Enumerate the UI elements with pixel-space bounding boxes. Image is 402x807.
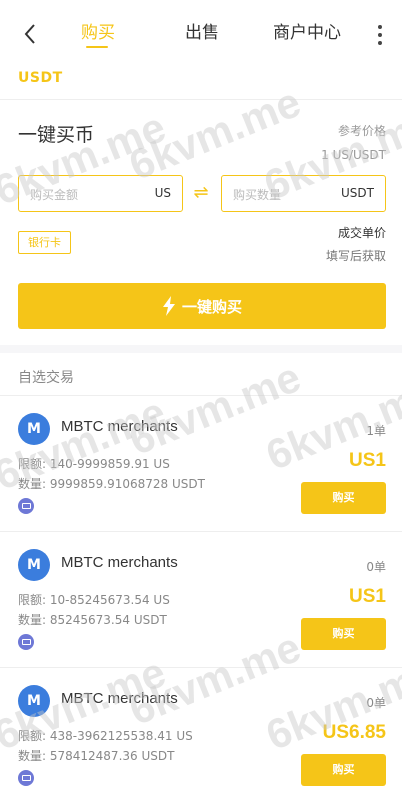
payment-method-tag[interactable]: 银行卡 [18,231,71,254]
reference-price-value: 1 US/USDT [321,148,386,162]
tab-sell[interactable]: 出售 [182,18,222,48]
merchant-card: M MBTC merchants 0单 限额: 438-3962125538.4… [0,668,402,803]
quantity-input[interactable]: 购买数量 USDT [221,175,386,212]
watermark: 6kvm.me [122,78,307,190]
bank-card-icon [18,770,34,786]
avatar: M [18,685,50,717]
back-icon[interactable] [18,20,42,48]
limit-text: 限额: 10-85245673.54 US [18,593,170,607]
buy-button[interactable]: 购买 [301,618,386,650]
order-count: 0单 [366,560,386,574]
amount-placeholder: 购买金额 [30,188,79,202]
quantity-unit: USDT [341,186,374,200]
one-click-buy-button[interactable]: 一键购买 [18,283,386,329]
limit-text: 限额: 140-9999859.91 US [18,457,170,471]
deal-price-value: 填写后获取 [325,249,386,263]
one-click-buy-label: 一键购买 [181,297,242,316]
swap-icon[interactable]: ⇌ [190,182,212,204]
limit-text: 限额: 438-3962125538.41 US [18,729,193,743]
merchant-name: MBTC merchants [61,418,178,435]
section-gap [0,345,402,353]
active-tab-indicator [86,46,108,48]
lightning-icon [162,296,176,316]
merchant-name: MBTC merchants [61,690,178,707]
tab-merchant-center[interactable]: 商户中心 [270,18,344,48]
quick-buy-title: 一键买币 [18,124,95,146]
tab-buy[interactable]: 购买 [78,18,118,48]
merchant-name: MBTC merchants [61,554,178,571]
avatar: M [18,549,50,581]
amount-unit: US [154,186,171,200]
quantity-text: 数量: 85245673.54 USDT [18,613,167,627]
divider [0,99,402,100]
unit-price: US1 [349,450,386,471]
more-menu-icon[interactable] [372,22,388,48]
order-count: 0单 [366,696,386,710]
bank-card-icon [18,498,34,514]
amount-input[interactable]: 购买金额 US [18,175,183,212]
reference-price-label: 参考价格 [337,124,386,138]
order-count: 1单 [366,424,386,438]
bank-card-icon [18,634,34,650]
merchant-card: M MBTC merchants 0单 限额: 10-85245673.54 U… [0,532,402,667]
section-title: 自选交易 [18,370,74,386]
buy-button[interactable]: 购买 [301,482,386,514]
top-bar: 购买 出售 商户中心 [0,0,402,60]
quantity-text: 数量: 9999859.91068728 USDT [18,477,205,491]
buy-button[interactable]: 购买 [301,754,386,786]
quantity-text: 数量: 578412487.36 USDT [18,749,175,763]
deal-price-label: 成交单价 [337,226,386,240]
merchant-card: M MBTC merchants 1单 限额: 140-9999859.91 U… [0,396,402,531]
quantity-placeholder: 购买数量 [233,188,282,202]
unit-price: US1 [349,586,386,607]
unit-price: US6.85 [322,722,386,743]
avatar: M [18,413,50,445]
coin-label[interactable]: USDT [18,70,63,86]
